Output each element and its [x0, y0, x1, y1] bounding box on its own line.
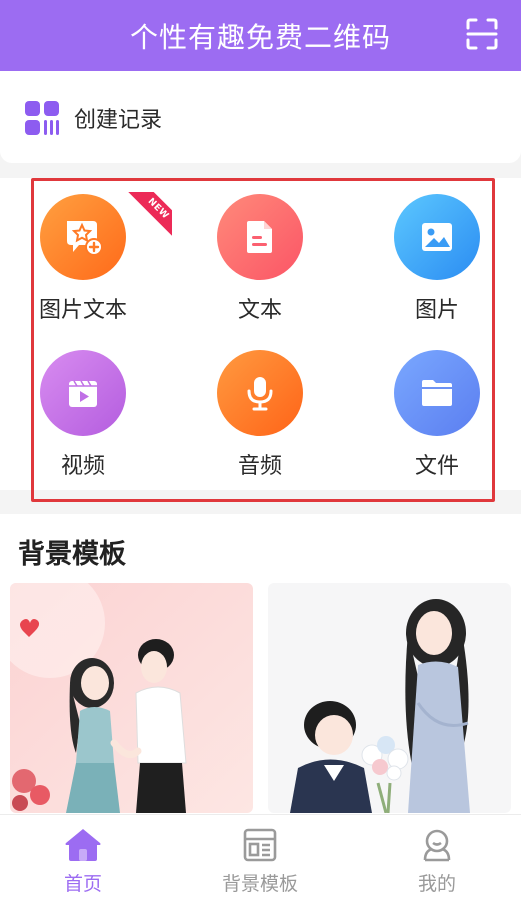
- grid-label: 图片: [414, 298, 459, 323]
- text-document-icon: [247, 221, 272, 253]
- grid-label: 音频: [237, 454, 282, 479]
- template-card-boy-giving-flowers[interactable]: [268, 583, 511, 813]
- profile-icon: [423, 829, 451, 862]
- template-thumbnail: [10, 583, 253, 813]
- grid-item-video[interactable]: 视频: [18, 350, 148, 480]
- grid-label: 视频: [60, 454, 105, 479]
- tab-home[interactable]: 首页: [18, 827, 148, 897]
- record-card: 创建记录: [0, 71, 521, 163]
- template-card-couple-holding-hands[interactable]: [10, 583, 253, 813]
- create-record-label: 创建记录: [74, 108, 163, 133]
- background-template-section: 背景模板: [0, 514, 521, 814]
- grid-item-file[interactable]: 文件: [372, 350, 502, 480]
- apps-grid-icon: [25, 101, 59, 135]
- new-badge-label: NEW: [128, 192, 172, 236]
- feature-grid-section: 图片文本 文本 图片 视频 音频 文件: [0, 178, 521, 502]
- tab-background-templates[interactable]: 背景模板: [195, 827, 325, 897]
- image-text-icon: [67, 221, 103, 256]
- bottom-tab-bar: 首页 背景模板 我的: [0, 814, 521, 900]
- grid-label: 文本: [237, 298, 282, 323]
- microphone-icon: [247, 377, 273, 411]
- new-badge: NEW: [128, 192, 172, 236]
- template-thumbnail: [268, 583, 511, 813]
- template-icon: [243, 828, 277, 862]
- tab-label: 首页: [63, 873, 102, 895]
- grid-item-audio[interactable]: 音频: [195, 350, 325, 480]
- grid-label: 文件: [414, 454, 459, 479]
- grid-label: 图片文本: [38, 298, 127, 323]
- folder-icon: [422, 380, 452, 406]
- scan-button[interactable]: [465, 17, 499, 51]
- tab-profile[interactable]: 我的: [372, 827, 502, 897]
- image-icon: [422, 223, 452, 251]
- tab-label: 背景模板: [221, 873, 298, 895]
- app-header: 个性有趣免费二维码: [0, 0, 521, 71]
- tab-label: 我的: [417, 873, 456, 895]
- grid-item-text[interactable]: 文本: [195, 194, 325, 324]
- page-title: 个性有趣免费二维码: [129, 20, 391, 54]
- grid-item-image[interactable]: 图片: [372, 194, 502, 324]
- home-icon: [65, 829, 101, 861]
- section-title: 背景模板: [18, 539, 126, 570]
- scan-icon: [466, 18, 498, 50]
- video-icon: [69, 380, 97, 407]
- create-record-button[interactable]: 创建记录: [24, 99, 162, 137]
